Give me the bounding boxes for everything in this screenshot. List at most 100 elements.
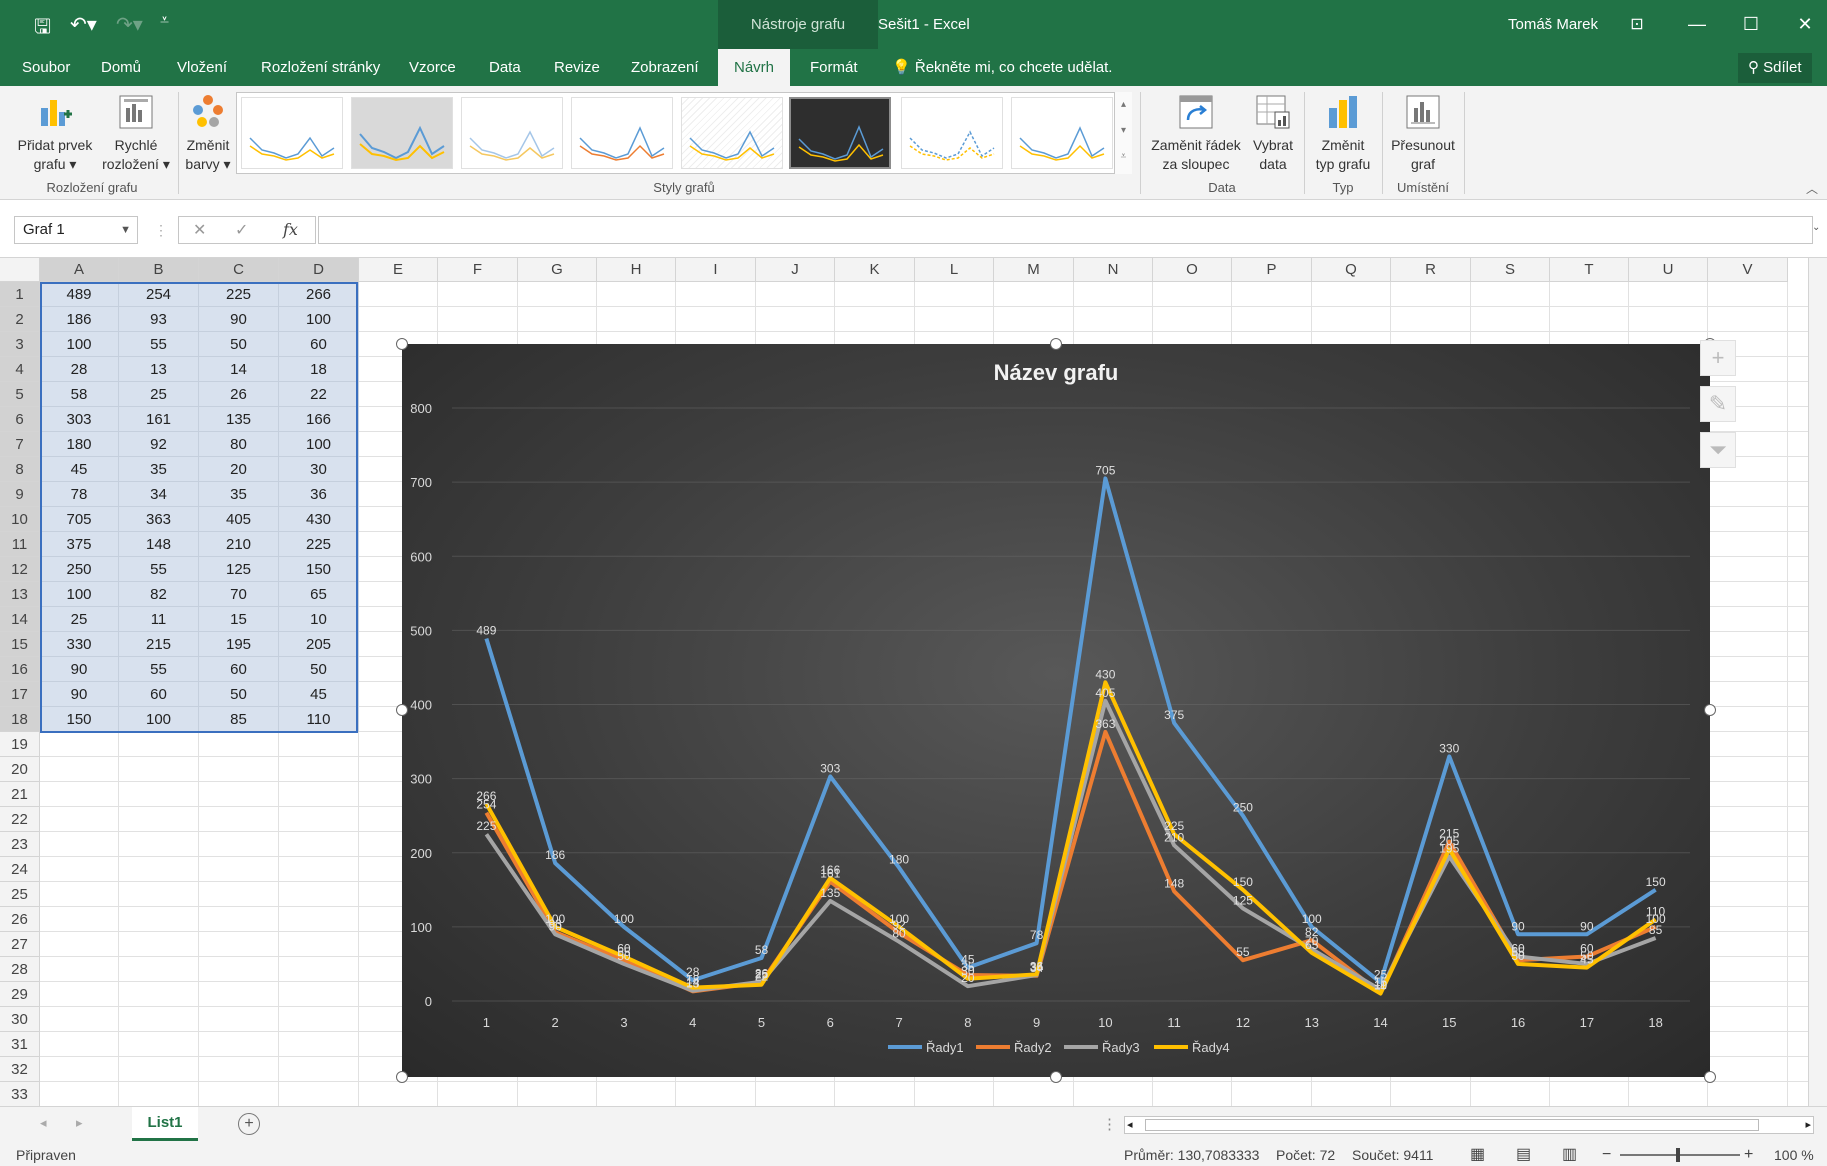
chart-style-thumb-selected[interactable] (789, 97, 891, 169)
table-cell[interactable]: 705 (40, 507, 119, 532)
column-header[interactable]: T (1550, 258, 1629, 282)
row-header[interactable]: 21 (0, 782, 40, 807)
status-count[interactable]: Počet: 72 (1276, 1144, 1335, 1166)
tab-zobrazeni[interactable]: Zobrazení (631, 49, 699, 86)
resize-handle[interactable] (1704, 704, 1716, 716)
row-header[interactable]: 30 (0, 1007, 40, 1032)
table-cell[interactable]: 430 (279, 507, 359, 532)
table-cell[interactable]: 13 (119, 357, 199, 382)
table-cell[interactable]: 50 (199, 332, 279, 357)
row-header[interactable]: 14 (0, 607, 40, 632)
gallery-more-icon[interactable]: ⩡ (1115, 144, 1132, 170)
column-header[interactable]: L (915, 258, 994, 282)
tab-data[interactable]: Data (489, 49, 521, 86)
table-cell[interactable]: 50 (199, 682, 279, 707)
user-name[interactable]: Tomáš Marek (1508, 0, 1598, 49)
table-cell[interactable]: 60 (279, 332, 359, 357)
table-cell[interactable]: 26 (199, 382, 279, 407)
customize-toolbar-icon[interactable]: ⩡ (160, 12, 169, 30)
chart-style-thumb[interactable] (461, 97, 563, 169)
tell-me-search[interactable]: 💡 Řekněte mi, co chcete udělat. (892, 49, 1112, 86)
table-cell[interactable]: 70 (199, 582, 279, 607)
add-sheet-icon[interactable]: + (238, 1113, 260, 1135)
column-header[interactable]: H (597, 258, 676, 282)
row-header[interactable]: 10 (0, 507, 40, 532)
tab-vzorce[interactable]: Vzorce (409, 49, 456, 86)
column-header[interactable]: E (359, 258, 438, 282)
status-average[interactable]: Průměr: 130,7083333 (1124, 1144, 1259, 1166)
column-header[interactable]: K (835, 258, 915, 282)
table-cell[interactable]: 60 (199, 657, 279, 682)
column-header[interactable]: P (1232, 258, 1312, 282)
tab-split-grip-icon[interactable]: ⋮ (1102, 1115, 1117, 1133)
undo-icon[interactable]: ↶▾ (70, 12, 97, 37)
row-header[interactable]: 11 (0, 532, 40, 557)
table-cell[interactable]: 15 (199, 607, 279, 632)
table-cell[interactable]: 50 (279, 657, 359, 682)
zoom-in-icon[interactable]: + (1744, 1144, 1753, 1166)
row-header[interactable]: 22 (0, 807, 40, 832)
table-cell[interactable]: 28 (40, 357, 119, 382)
page-break-view-icon[interactable]: ▥ (1562, 1144, 1577, 1166)
resize-handle[interactable] (1050, 1071, 1062, 1083)
row-header[interactable]: 28 (0, 957, 40, 982)
row-header[interactable]: 18 (0, 707, 40, 732)
expand-formula-bar-icon[interactable]: ⌄ (1812, 222, 1820, 233)
table-cell[interactable]: 254 (119, 282, 199, 307)
table-cell[interactable]: 60 (119, 682, 199, 707)
table-cell[interactable]: 25 (119, 382, 199, 407)
prev-sheet-icon[interactable]: ◂ (40, 1115, 47, 1131)
table-cell[interactable]: 363 (119, 507, 199, 532)
table-cell[interactable]: 195 (199, 632, 279, 657)
zoom-level[interactable]: 100 % (1774, 1144, 1814, 1166)
table-cell[interactable]: 35 (199, 482, 279, 507)
table-cell[interactable]: 166 (279, 407, 359, 432)
scroll-thumb[interactable] (1145, 1119, 1759, 1131)
row-header[interactable]: 29 (0, 982, 40, 1007)
table-cell[interactable]: 92 (119, 432, 199, 457)
row-header[interactable]: 9 (0, 482, 40, 507)
table-cell[interactable]: 489 (40, 282, 119, 307)
table-cell[interactable]: 90 (40, 657, 119, 682)
chart-filters-icon[interactable]: ⏷ (1700, 432, 1736, 468)
table-cell[interactable]: 125 (199, 557, 279, 582)
select-data-button[interactable]: Vybrat data (1248, 86, 1298, 174)
tab-soubor[interactable]: Soubor (22, 49, 70, 86)
table-cell[interactable]: 45 (40, 457, 119, 482)
tab-format[interactable]: Formát (810, 49, 858, 86)
table-cell[interactable]: 55 (119, 657, 199, 682)
row-header[interactable]: 7 (0, 432, 40, 457)
tab-rozlozeni-stranky[interactable]: Rozložení stránky (261, 49, 380, 86)
table-cell[interactable]: 22 (279, 382, 359, 407)
chart-elements-plus-icon[interactable]: + (1700, 340, 1736, 376)
table-cell[interactable]: 45 (279, 682, 359, 707)
table-cell[interactable]: 100 (40, 332, 119, 357)
add-chart-element-button[interactable]: Přidat prvek grafu ▾ (10, 86, 100, 174)
row-header[interactable]: 2 (0, 307, 40, 332)
table-cell[interactable]: 225 (199, 282, 279, 307)
row-header[interactable]: 3 (0, 332, 40, 357)
normal-view-icon[interactable]: ▦ (1470, 1144, 1485, 1166)
row-header[interactable]: 24 (0, 857, 40, 882)
column-header[interactable]: C (199, 258, 279, 282)
sheet-tab-list1[interactable]: List1 (132, 1107, 198, 1141)
row-header[interactable]: 26 (0, 907, 40, 932)
table-cell[interactable]: 110 (279, 707, 359, 732)
table-cell[interactable]: 18 (279, 357, 359, 382)
chart-style-thumb[interactable] (351, 97, 453, 169)
save-icon[interactable]: 🖫 (34, 12, 51, 46)
table-cell[interactable]: 186 (40, 307, 119, 332)
row-header[interactable]: 25 (0, 882, 40, 907)
row-header[interactable]: 1 (0, 282, 40, 307)
table-cell[interactable]: 215 (119, 632, 199, 657)
minimize-icon[interactable]: — (1672, 0, 1722, 49)
table-cell[interactable]: 10 (279, 607, 359, 632)
resize-handle[interactable] (396, 338, 408, 350)
resize-handle[interactable] (1704, 1071, 1716, 1083)
table-cell[interactable]: 80 (199, 432, 279, 457)
table-cell[interactable]: 11 (119, 607, 199, 632)
zoom-out-icon[interactable]: − (1602, 1144, 1611, 1166)
table-cell[interactable]: 25 (40, 607, 119, 632)
row-header[interactable]: 12 (0, 557, 40, 582)
resize-handle[interactable] (396, 704, 408, 716)
